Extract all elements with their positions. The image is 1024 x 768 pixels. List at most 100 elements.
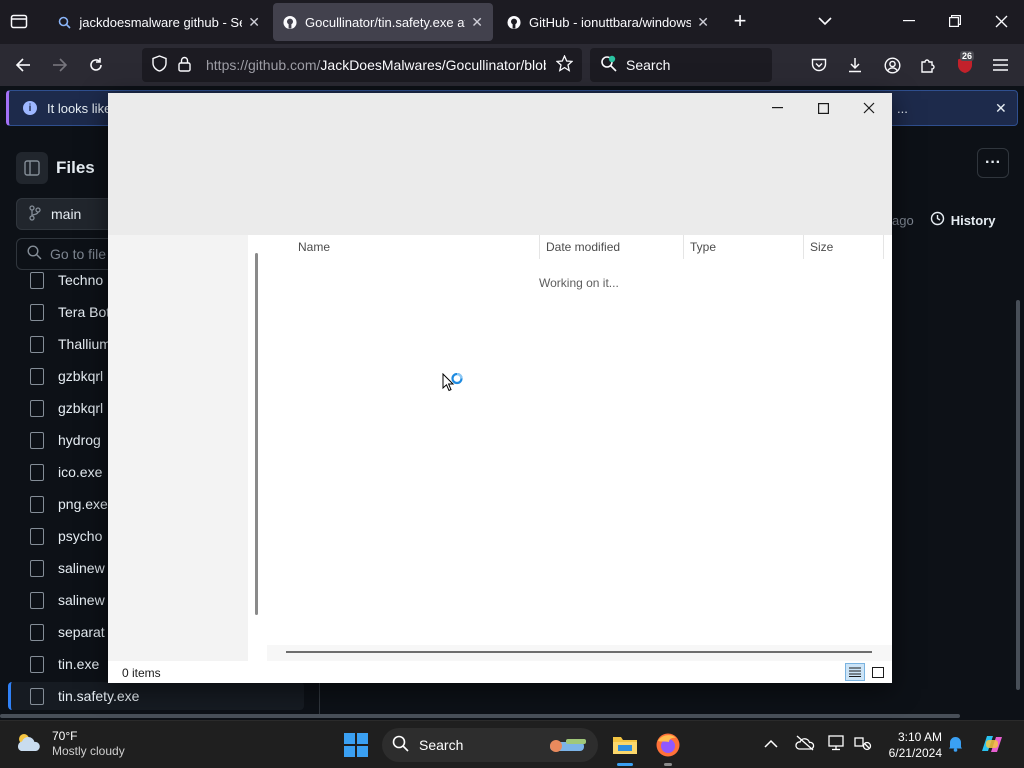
download-icon[interactable] [840, 50, 870, 80]
sidebar-collapse-icon[interactable] [16, 152, 48, 184]
branch-name: main [51, 206, 82, 222]
file-tree-item[interactable]: Techno [30, 266, 103, 294]
column-header-type[interactable]: Type [690, 240, 716, 254]
file-icon [30, 271, 44, 289]
column-separator[interactable] [539, 235, 540, 259]
large-icons-view-icon[interactable] [868, 663, 888, 681]
file-tree-item[interactable]: hydrog [30, 426, 101, 454]
search-icon [392, 735, 409, 755]
column-separator[interactable] [803, 235, 804, 259]
maximize-icon[interactable] [800, 93, 846, 123]
taskbar-search-box[interactable]: Search [382, 728, 598, 762]
copilot-icon[interactable] [979, 731, 1005, 760]
file-tree-item[interactable]: salinew [30, 586, 105, 614]
close-icon[interactable] [986, 6, 1016, 36]
start-tile [357, 746, 368, 757]
file-icon [30, 623, 44, 641]
display-icon[interactable] [828, 735, 846, 754]
weather-widget[interactable]: 70°F Mostly cloudy [14, 729, 125, 759]
column-separator[interactable] [883, 235, 884, 259]
search-engine-icon [600, 55, 618, 76]
file-save-dialog: Name Date modified Type Size Working on … [108, 93, 892, 683]
more-options-button[interactable]: ··· [977, 148, 1009, 178]
commit-history-area: ago History [892, 200, 1010, 240]
file-tree-item[interactable]: separat [30, 618, 105, 646]
file-name: tin.exe [58, 656, 100, 672]
hamburger-menu-icon[interactable] [985, 50, 1015, 80]
tab-close-icon[interactable]: ✕ [697, 14, 709, 31]
tab-close-icon[interactable]: ✕ [471, 14, 483, 31]
chevron-down-icon[interactable] [810, 6, 840, 36]
column-header-date-modified[interactable]: Date modified [546, 240, 620, 254]
banner-close-icon[interactable]: ✕ [995, 100, 1007, 117]
firefox-icon[interactable] [652, 729, 684, 766]
reload-icon[interactable] [81, 50, 111, 80]
notification-bell-icon[interactable] [948, 735, 963, 755]
url-path: JackDoesMalwares/Gocullinator/blob/main/… [320, 57, 546, 73]
file-icon [30, 655, 44, 673]
tab-search[interactable]: jackdoesmalware github - Search ✕ [48, 3, 270, 41]
url-text[interactable]: https://github.com/JackDoesMalwares/Gocu… [206, 57, 546, 73]
url-bar[interactable]: https://github.com/JackDoesMalwares/Gocu… [142, 48, 582, 82]
forward-arrow-icon[interactable] [45, 50, 75, 80]
file-explorer-icon[interactable] [609, 729, 641, 766]
onedrive-offline-icon[interactable] [795, 735, 815, 754]
back-arrow-icon[interactable] [8, 50, 38, 80]
details-view-icon[interactable] [845, 663, 865, 681]
minimize-icon[interactable] [894, 6, 924, 36]
git-branch-icon [29, 204, 41, 224]
file-tree-item[interactable]: tin.exe [30, 650, 99, 678]
file-name: separat [58, 624, 105, 640]
system-clock[interactable]: 3:10 AM 6/21/2024 [880, 729, 942, 761]
go-to-file-placeholder: Go to file [50, 246, 107, 262]
column-separator[interactable] [683, 235, 684, 259]
file-tree-item[interactable]: Thallium [30, 330, 111, 358]
restore-icon[interactable] [940, 6, 970, 36]
page-horizontal-scrollbar[interactable] [0, 714, 960, 718]
clock-time: 3:10 AM [897, 730, 942, 744]
page-scrollbar[interactable] [1016, 300, 1020, 690]
extensions-puzzle-icon[interactable] [913, 50, 943, 80]
minimize-icon[interactable] [754, 93, 800, 123]
column-header-size[interactable]: Size [810, 240, 833, 254]
account-icon[interactable] [877, 50, 907, 80]
navigation-pane-scrollbar[interactable] [255, 253, 258, 615]
tab-close-icon[interactable]: ✕ [248, 14, 260, 31]
file-tree-item-selected[interactable]: tin.safety.exe [8, 682, 304, 710]
github-icon [283, 15, 297, 29]
file-tree-item[interactable]: psycho [30, 522, 102, 550]
close-icon[interactable] [846, 93, 892, 123]
new-tab-icon[interactable]: + [725, 6, 755, 36]
windows-start-icon[interactable] [344, 733, 368, 757]
file-tree-item[interactable]: gzbkqrl [30, 394, 103, 422]
weather-temperature: 70°F [52, 729, 78, 743]
file-tree-item[interactable]: Tera Bot [30, 298, 110, 326]
show-hidden-icons-chevron-icon[interactable] [764, 735, 778, 751]
search-highlight-icon [546, 736, 592, 759]
ublock-extension-icon[interactable]: 26 [950, 50, 980, 80]
file-name: gzbkqrl [58, 368, 104, 384]
browser-search-box[interactable]: Search [590, 48, 772, 82]
column-header-name[interactable]: Name [298, 240, 330, 254]
file-tree-item[interactable]: gzbkqrl [30, 362, 103, 390]
file-tree-item[interactable]: png.exe [30, 490, 108, 518]
bookmark-star-icon[interactable] [555, 54, 574, 75]
cloud-weather-icon [14, 731, 42, 758]
pocket-icon[interactable] [804, 50, 834, 80]
file-icon [30, 431, 44, 449]
tab-windows-defender-remover[interactable]: GitHub - ionuttbara/windows-defender-rem… [497, 3, 719, 41]
file-name: salinew [58, 592, 105, 608]
network-icon[interactable] [854, 735, 872, 754]
tab-gocullinator[interactable]: Gocullinator/tin.safety.exe at main ✕ [273, 3, 493, 41]
file-tree-item[interactable]: ico.exe [30, 458, 102, 486]
history-button[interactable]: History [922, 204, 1004, 236]
shield-icon[interactable] [152, 55, 167, 75]
tab-list-icon[interactable] [4, 6, 34, 36]
horizontal-scrollbar[interactable] [286, 651, 872, 653]
file-name: gzbkqrl [58, 400, 104, 416]
file-tree-item[interactable]: salinew [30, 554, 105, 582]
lock-icon[interactable] [178, 56, 191, 75]
browser-nav-bar: https://github.com/JackDoesMalwares/Gocu… [0, 44, 1024, 86]
github-icon [507, 15, 521, 29]
file-icon [30, 495, 44, 513]
